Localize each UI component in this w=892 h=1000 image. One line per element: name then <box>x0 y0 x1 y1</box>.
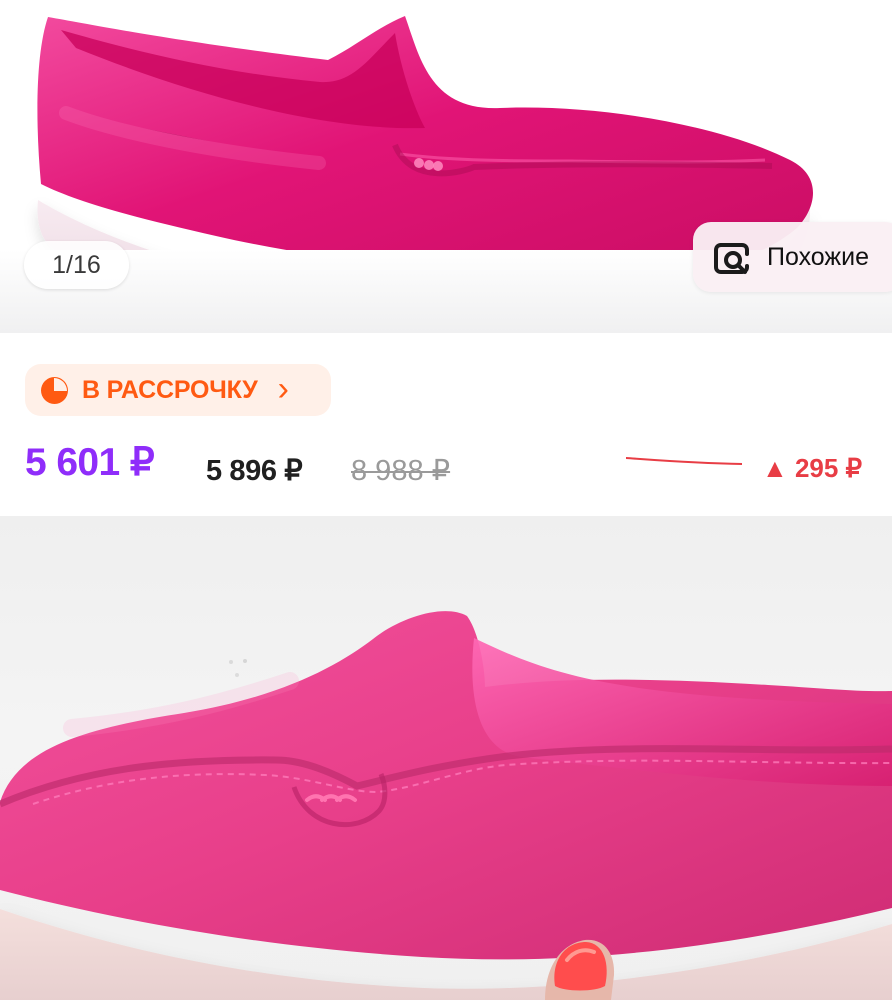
background-speck <box>243 659 247 663</box>
old-price: 8 988 ₽ <box>351 455 451 487</box>
bottom-product-photo[interactable] <box>0 516 892 1000</box>
image-separator <box>0 491 892 516</box>
red-hand-drawn-line <box>626 457 742 465</box>
current-price: 5 601 ₽ <box>25 441 155 484</box>
search-image-icon <box>714 243 749 274</box>
similar-items-button[interactable]: Похожие <box>693 222 892 292</box>
secondary-price: 5 896 ₽ <box>206 455 303 487</box>
pie-chart-icon <box>41 376 68 404</box>
image-counter-text: 1/16 <box>52 251 101 279</box>
pink-loafer-hand-image <box>0 611 892 1000</box>
image-counter-badge: 1/16 <box>24 241 129 289</box>
installment-label: В РАССРОЧКУ <box>82 375 258 404</box>
similar-items-label: Похожие <box>767 242 870 271</box>
chevron-right-icon: › <box>277 370 289 408</box>
installment-button[interactable]: В РАССРОЧКУ › <box>25 364 331 416</box>
top-product-photo[interactable]: 1/16 Похожие <box>0 0 892 333</box>
price-panel: В РАССРОЧКУ › 5 601 ₽ 5 896 ₽ 8 988 ₽ ▲ … <box>0 333 892 491</box>
price-change-badge: ▲ 295 ₽ <box>762 453 863 483</box>
background-speck <box>235 673 239 677</box>
bottom-loafer-upper <box>0 611 892 960</box>
product-screen: 1/16 Похожие В РАССРОЧКУ › 5 601 ₽ 5 896… <box>0 0 892 1000</box>
background-speck <box>229 660 233 664</box>
